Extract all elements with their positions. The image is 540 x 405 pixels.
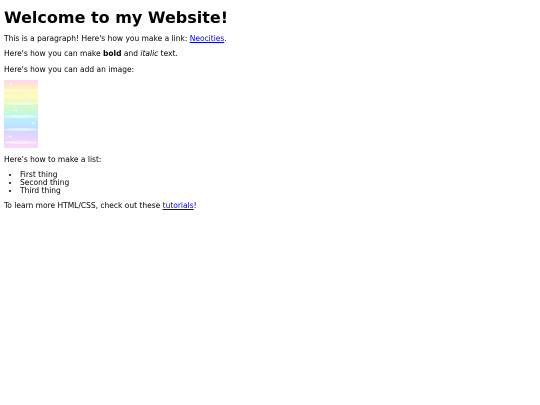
sparkle-icon: ✦ — [8, 134, 13, 140]
formatting-text-start: Here's how you can make — [4, 49, 103, 58]
sparkle-icon: ✦ — [28, 94, 33, 100]
formatting-text-middle: and — [121, 49, 141, 58]
rainbow-image: ✦ ✦ ✦ ✦ ✦ — [4, 80, 38, 148]
wave-decoration — [4, 141, 38, 144]
list-item: Second thing — [20, 179, 536, 187]
wave-decoration — [4, 128, 38, 131]
sparkle-icon: ✦ — [31, 121, 36, 127]
tutorials-paragraph: To learn more HTML/CSS, check out these … — [4, 201, 536, 211]
wave-decoration — [4, 102, 38, 105]
formatting-text-end: text. — [158, 49, 178, 58]
tutorials-link[interactable]: tutorials — [163, 201, 194, 210]
intro-paragraph: This is a paragraph! Here's how you make… — [4, 34, 536, 44]
formatting-paragraph: Here's how you can make bold and italic … — [4, 49, 536, 59]
sparkle-icon: ✦ — [14, 108, 19, 114]
wave-decoration — [4, 115, 38, 118]
intro-text: This is a paragraph! Here's how you make… — [4, 34, 190, 43]
intro-end: . — [224, 34, 227, 43]
sparkle-icon: ✦ — [9, 82, 14, 88]
wave-decoration — [4, 89, 38, 92]
list-item: Third thing — [20, 187, 536, 195]
list-item: First thing — [20, 171, 536, 179]
list-intro-paragraph: Here's how to make a list: — [4, 155, 102, 164]
tutorials-text: To learn more HTML/CSS, check out these — [4, 201, 163, 210]
page-title: Welcome to my Website! — [4, 8, 229, 27]
image-paragraph: Here's how you can add an image: — [4, 65, 135, 74]
neocities-link[interactable]: Neocities — [190, 34, 225, 43]
bold-text: bold — [103, 49, 122, 58]
things-list: First thing Second thing Third thing — [4, 171, 536, 195]
italic-text: italic — [140, 49, 159, 58]
page: Welcome to my Website! This is a paragra… — [0, 0, 540, 405]
tutorials-end: ! — [193, 201, 197, 210]
